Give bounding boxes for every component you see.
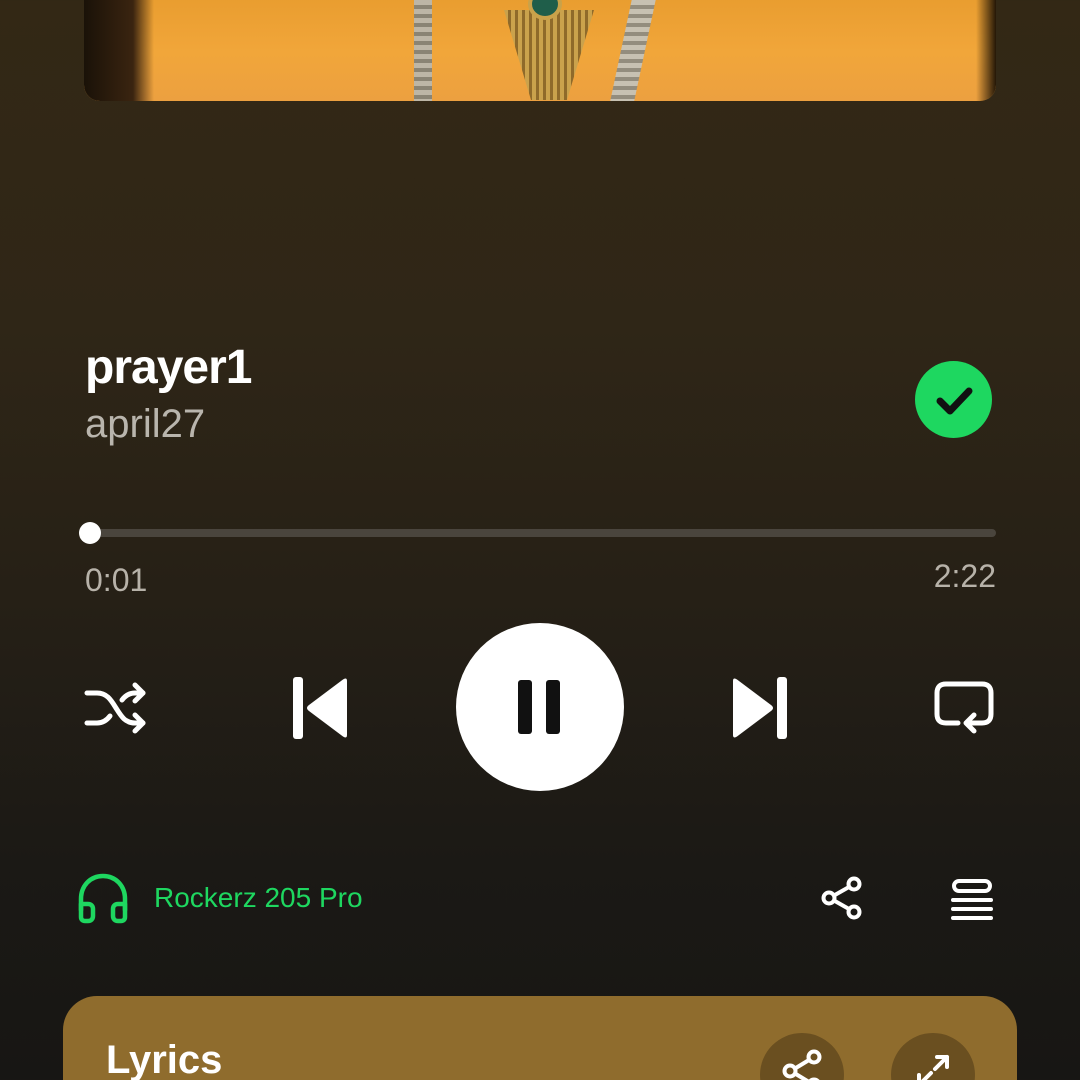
progress-bar[interactable] <box>79 522 996 544</box>
share-button[interactable] <box>818 874 866 922</box>
repeat-icon <box>934 681 994 734</box>
lyrics-share-button[interactable] <box>760 1033 844 1080</box>
checkmark-icon <box>936 387 972 414</box>
elapsed-time: 0:01 <box>85 562 148 598</box>
progress-thumb[interactable] <box>79 522 102 544</box>
artwork-chain-right <box>608 0 656 101</box>
artwork-pendant <box>504 10 594 100</box>
shuffle-button[interactable] <box>82 676 150 740</box>
pause-button[interactable] <box>456 623 624 791</box>
track-title[interactable]: prayer1 <box>85 340 252 395</box>
lyrics-expand-button[interactable] <box>891 1033 975 1080</box>
pause-icon <box>518 680 560 734</box>
expand-icon <box>917 1055 949 1080</box>
previous-button[interactable] <box>286 672 354 744</box>
connected-device[interactable]: Rockerz 205 Pro <box>76 872 363 924</box>
skip-previous-icon <box>293 677 347 739</box>
track-artist[interactable]: april27 <box>85 402 205 447</box>
artwork-shadow-right <box>976 0 996 101</box>
repeat-button[interactable] <box>930 674 998 742</box>
lyrics-card[interactable]: Lyrics <box>63 996 1017 1080</box>
album-artwork <box>84 0 996 101</box>
liked-button[interactable] <box>915 361 992 438</box>
total-duration: 2:22 <box>933 558 996 594</box>
artwork-chain-left <box>414 0 432 101</box>
device-name: Rockerz 205 Pro <box>154 882 363 913</box>
shuffle-icon <box>84 682 146 734</box>
skip-next-icon <box>733 677 787 739</box>
headphones-icon <box>78 873 128 924</box>
queue-button[interactable] <box>948 876 996 922</box>
next-button[interactable] <box>726 672 794 744</box>
share-icon <box>782 1049 822 1080</box>
queue-icon <box>951 879 993 920</box>
artwork-shadow-left <box>84 0 154 101</box>
share-icon <box>821 876 862 920</box>
lyrics-title: Lyrics <box>106 1038 223 1080</box>
